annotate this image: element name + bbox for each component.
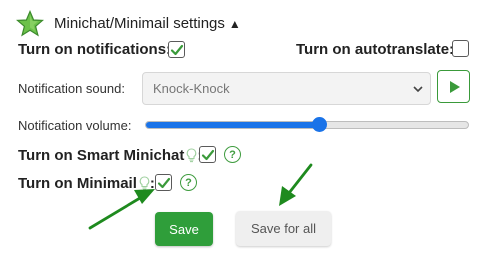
sound-label: Notification sound: [18,81,125,96]
smart-minichat-help-icon[interactable]: ? [224,146,241,163]
sound-select[interactable]: Knock-Knock [142,72,431,105]
notifications-label: Turn on notifications: [18,41,172,58]
volume-slider-track[interactable] [145,121,469,129]
checkmark-icon [170,44,183,55]
sound-select-value: Knock-Knock [153,81,230,96]
minimail-label: Turn on Minimail [18,175,137,192]
notifications-checkbox[interactable] [168,41,185,58]
arrow-to-minimail-checkbox [88,189,155,230]
smart-minichat-row: Turn on Smart Minichat : [18,147,202,164]
chevron-down-icon [413,86,423,93]
save-for-all-button[interactable]: Save for all [236,211,331,246]
save-button[interactable]: Save [155,212,213,246]
volume-label: Notification volume: [18,118,132,133]
play-icon [449,80,460,93]
minimail-help-icon[interactable]: ? [180,174,197,191]
lightbulb-icon[interactable] [139,176,150,191]
volume-slider-fill [146,122,320,128]
volume-slider-thumb[interactable] [312,117,328,132]
autotranslate-label: Turn on autotranslate: [296,41,455,58]
play-sound-button[interactable] [437,70,470,103]
minimail-row: Turn on Minimail : [18,175,155,192]
minimail-checkbox[interactable] [155,174,172,191]
autotranslate-checkbox[interactable] [452,40,469,57]
smart-minichat-checkbox[interactable] [199,146,216,163]
settings-title-text: Minichat/Minimail settings [54,15,225,32]
settings-title[interactable]: Minichat/Minimail settings ▲ [54,15,241,32]
checkmark-icon [201,149,214,160]
checkmark-icon [157,177,170,188]
lightbulb-icon[interactable] [186,148,197,163]
collapse-caret-icon[interactable]: ▲ [229,18,241,30]
arrow-to-save-for-all-button [279,163,313,206]
smart-minichat-label: Turn on Smart Minichat [18,147,185,164]
star-icon [15,9,45,38]
